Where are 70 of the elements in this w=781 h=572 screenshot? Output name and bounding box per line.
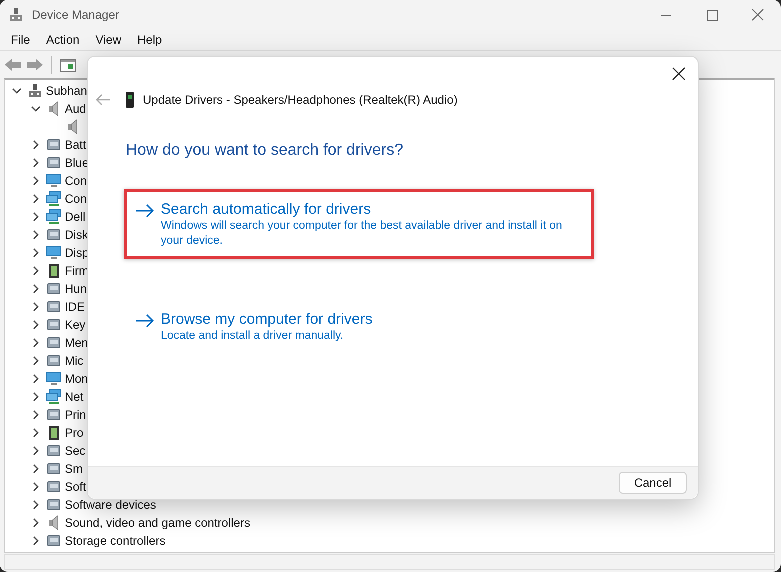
- device-icon: [46, 227, 62, 243]
- device-icon: [46, 353, 62, 369]
- network-icon: [46, 389, 62, 405]
- tree-item[interactable]: Men: [65, 334, 88, 352]
- device-icon: [46, 137, 62, 153]
- forward-button[interactable]: [26, 56, 44, 72]
- chip-icon: [46, 263, 62, 279]
- tree-item[interactable]: Dell: [65, 208, 86, 226]
- menu-item[interactable]: Action: [38, 30, 88, 50]
- device-icon: [46, 533, 62, 549]
- device-icon: [46, 335, 62, 351]
- tree-item[interactable]: Pro: [65, 424, 84, 442]
- tree-item[interactable]: Sound, video and game controllers: [65, 514, 250, 532]
- device-icon: [46, 497, 62, 513]
- monitor-icon: [46, 371, 62, 387]
- network-icon: [46, 209, 62, 225]
- monitor-icon: [46, 245, 62, 261]
- close-icon: [752, 9, 764, 21]
- device-icon: [46, 155, 62, 171]
- maximize-icon: [706, 10, 718, 20]
- chip-icon: [46, 425, 62, 441]
- option-link[interactable]: Browse my computer for drivers Locate and install a driver manually.: [124, 299, 594, 354]
- tree-item[interactable]: Soft: [65, 478, 86, 496]
- properties-button[interactable]: [59, 56, 77, 72]
- tree-item[interactable]: Software devices: [65, 496, 156, 514]
- option-link[interactable]: Search automatically for drivers Windows will search your computer for the best available driver and install it on your device.: [124, 189, 594, 259]
- dialog-title: Update Drivers - Speakers/Headphones (Realtek(R) Audio): [143, 92, 458, 109]
- tree-item[interactable]: Key: [65, 316, 86, 334]
- tree-item[interactable]: Mon: [65, 370, 88, 388]
- tree-item[interactable]: Con: [65, 190, 88, 208]
- menu-item[interactable]: Help: [130, 30, 170, 50]
- tree-item[interactable]: Aud: [65, 100, 86, 118]
- device-icon: [46, 479, 62, 495]
- device-icon: [46, 461, 62, 477]
- dialog-heading: How do you want to search for drivers?: [126, 141, 404, 161]
- monitor-icon: [46, 173, 62, 189]
- tree-item[interactable]: Storage controllers: [65, 532, 166, 550]
- minimize-icon: [661, 14, 671, 16]
- tree-item[interactable]: Net: [65, 388, 84, 406]
- device-icon: [46, 299, 62, 315]
- arrow-icon: [135, 313, 155, 329]
- back-button[interactable]: [4, 56, 22, 72]
- tree-item[interactable]: Subhan: [46, 82, 88, 100]
- tree-item[interactable]: Disk: [65, 226, 88, 244]
- cancel-button[interactable]: Cancel: [619, 472, 687, 494]
- option-description: Windows will search your computer for the best available driver and install it on your device.: [161, 219, 564, 249]
- option-title: Search automatically for drivers: [161, 201, 372, 219]
- arrow-icon: [135, 203, 155, 219]
- tree-item[interactable]: Batt: [65, 136, 86, 154]
- device-icon: [46, 317, 62, 333]
- window-title: Device Manager: [32, 7, 120, 24]
- tree-item[interactable]: Sm: [65, 460, 83, 478]
- menu-item[interactable]: File: [3, 30, 38, 50]
- device-icon: [46, 281, 62, 297]
- tree-item[interactable]: Prin: [65, 406, 86, 424]
- menu-item[interactable]: View: [88, 30, 130, 50]
- app-icon: [8, 7, 24, 23]
- tree-item[interactable]: Mic: [65, 352, 84, 370]
- back-button[interactable]: [95, 93, 111, 107]
- tree-item[interactable]: Con: [65, 172, 88, 190]
- device-icon: [46, 443, 62, 459]
- option-title: Browse my computer for drivers: [161, 311, 373, 329]
- tree-item[interactable]: IDE: [65, 298, 86, 316]
- close-icon: [672, 67, 686, 81]
- network-icon: [46, 191, 62, 207]
- device-icon: [46, 407, 62, 423]
- option-description: Locate and install a driver manually.: [161, 329, 345, 344]
- tree-item[interactable]: Sec: [65, 442, 86, 460]
- tree-item[interactable]: Hun: [65, 280, 88, 298]
- computer-icon: [27, 83, 43, 99]
